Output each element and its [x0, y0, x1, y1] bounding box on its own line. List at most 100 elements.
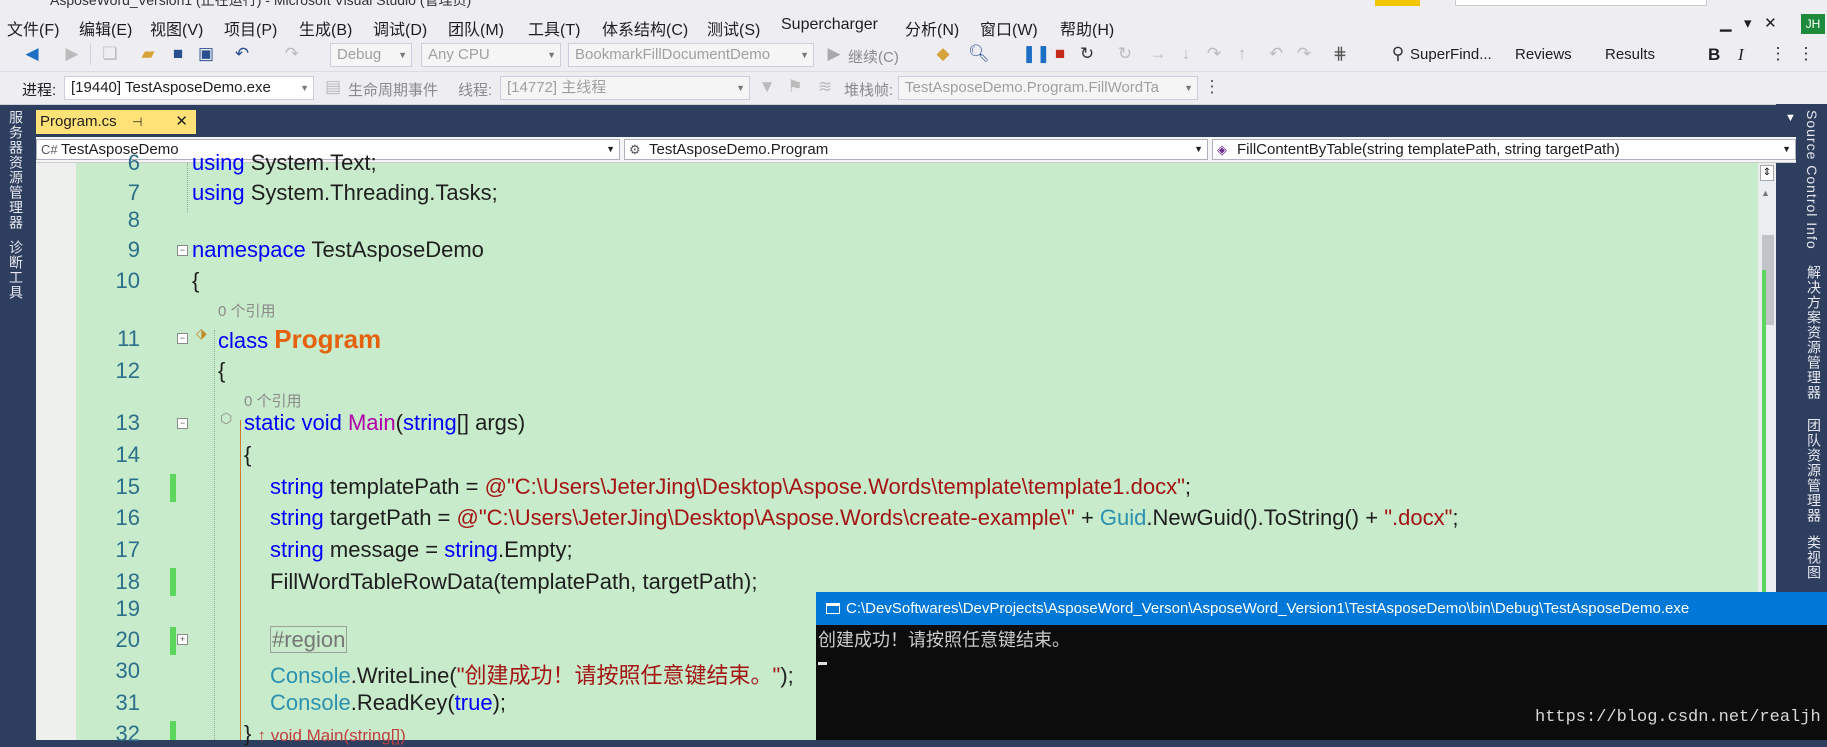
back-step-icon[interactable]: ↶ — [1266, 44, 1286, 64]
thread-dropdown[interactable]: [14772] 主线程 ▼ — [500, 76, 750, 100]
menu-window[interactable]: 窗口(W) — [980, 16, 1038, 40]
overflow-icon[interactable]: ⋮ — [1796, 44, 1816, 64]
tab-program-cs[interactable]: Program.cs ⊣ ✕ — [36, 110, 196, 134]
line-number: 18 — [115, 569, 140, 594]
menu-view[interactable]: 视图(V) — [150, 16, 203, 40]
console-window-titlebar[interactable]: C:\DevSoftwares\DevProjects\AsposeWord_V… — [816, 592, 1827, 625]
menu-team[interactable]: 团队(M) — [448, 16, 504, 40]
change-marker — [170, 568, 176, 596]
solution-explorer-tab[interactable]: 解决方案资源管理器 — [1804, 265, 1824, 400]
save-all-icon[interactable]: ▣ — [196, 44, 216, 64]
code-line-13: static void Main(string[] args) — [244, 410, 525, 436]
menu-debug[interactable]: 调试(D) — [373, 16, 427, 40]
platform-value: Any CPU — [428, 46, 490, 63]
show-next-icon[interactable]: ↑ — [1232, 44, 1252, 64]
back-icon[interactable]: ◀ — [22, 44, 42, 64]
reviews-dropdown[interactable]: Reviews — [1515, 46, 1572, 63]
menu-file[interactable]: 文件(F) — [7, 16, 59, 40]
forward-icon[interactable]: ▶ — [62, 44, 82, 64]
redo-icon[interactable]: ↷ — [282, 44, 302, 64]
change-marker — [170, 721, 176, 740]
filter-icon[interactable]: ▼ — [757, 77, 777, 97]
new-item-icon[interactable]: ❏ — [100, 44, 120, 64]
toolbar-overflow-icon[interactable]: ⋮ — [1202, 77, 1222, 97]
menu-help[interactable]: 帮助(H) — [1060, 16, 1114, 40]
threads-icon[interactable]: ≋ — [815, 77, 835, 97]
lifecycle-icon: ▤ — [324, 77, 342, 96]
code-line-18: FillWordTableRowData(templatePath, targe… — [270, 569, 758, 594]
align-icon[interactable]: ⋮ — [1768, 44, 1788, 64]
open-folder-icon[interactable]: ▰ — [138, 44, 158, 64]
menu-tools[interactable]: 工具(T) — [528, 16, 580, 40]
team-explorer-tab[interactable]: 团队资源管理器 — [1804, 418, 1824, 523]
avatar[interactable]: JH — [1801, 14, 1825, 34]
source-control-info-tab[interactable]: Source Control Info — [1804, 110, 1820, 250]
scope-hint: ↑ void Main(string[]) — [257, 726, 406, 745]
lifecycle-events-button[interactable]: 生命周期事件 — [348, 79, 438, 100]
class-name: Program — [274, 324, 382, 354]
expand-toggle-icon[interactable]: + — [177, 634, 188, 645]
menu-supercharger[interactable]: Supercharger — [781, 16, 878, 34]
process-dropdown[interactable]: [19440] TestAsposeDemo.exe ▼ — [64, 76, 314, 100]
collapsed-region[interactable]: #region — [270, 626, 348, 653]
code-text: ); — [492, 690, 507, 715]
breakpoints-icon[interactable]: ⋕ — [1330, 44, 1350, 64]
chevron-down-icon: ▼ — [300, 83, 309, 93]
scroll-up-icon[interactable]: ▲ — [1761, 188, 1770, 198]
collapse-toggle-icon[interactable]: − — [177, 333, 188, 344]
member-dropdown[interactable]: ◈ FillContentByTable(string templatePath,… — [1212, 139, 1796, 160]
step-into-icon[interactable]: ↓ — [1176, 44, 1196, 64]
code-line-20[interactable]: #region — [270, 626, 348, 653]
codelens-references[interactable]: 0 个引用 — [218, 300, 276, 321]
undo-icon[interactable]: ↶ — [232, 44, 252, 64]
pause-icon[interactable]: ❚❚ — [1022, 44, 1051, 64]
bold-button[interactable]: B — [1708, 45, 1720, 65]
code-line-17: string message = string.Empty; — [270, 537, 573, 563]
platform-dropdown[interactable]: Any CPU ▼ — [421, 43, 561, 67]
menu-architecture[interactable]: 体系结构(C) — [602, 16, 688, 40]
forward-step-icon[interactable]: ↷ — [1294, 44, 1314, 64]
menu-test[interactable]: 测试(S) — [707, 16, 760, 40]
solution-config-dropdown[interactable]: Debug ▼ — [330, 43, 412, 67]
play-icon[interactable]: ▶ — [824, 44, 844, 64]
find-icon[interactable]: 🔍︎ — [968, 44, 990, 64]
save-icon[interactable]: ■ — [168, 44, 188, 64]
menu-analyze[interactable]: 分析(N) — [905, 16, 959, 40]
menu-build[interactable]: 生成(B) — [299, 16, 352, 40]
pin-icon[interactable]: ⊣ — [132, 110, 142, 134]
collapse-toggle-icon[interactable]: − — [177, 245, 188, 256]
stop-icon[interactable]: ■ — [1050, 44, 1070, 64]
menu-project[interactable]: 项目(P) — [224, 16, 277, 40]
restart-icon[interactable]: ↻ — [1077, 44, 1097, 64]
collapse-toggle-icon[interactable]: − — [177, 418, 188, 429]
startup-project-dropdown[interactable]: BookmarkFillDocumentDemo ▼ — [568, 43, 814, 67]
superfind-button[interactable]: SuperFind... — [1410, 46, 1492, 63]
code-line-9: namespace TestAsposeDemo — [192, 237, 484, 263]
italic-button[interactable]: I — [1738, 45, 1744, 65]
step-over-icon[interactable]: → — [1148, 44, 1168, 64]
notification-flag[interactable] — [1375, 0, 1420, 6]
stackframe-dropdown[interactable]: TestAsposeDemo.Program.FillWordTa ▼ — [898, 76, 1198, 100]
tab-list-chevron-icon[interactable]: ▼ — [1785, 112, 1796, 124]
code-text: .NewGuid().ToString() + — [1146, 505, 1385, 530]
close-icon[interactable]: ✕ — [175, 110, 188, 134]
window-controls[interactable]: ▁ ▾ ✕ — [1720, 14, 1777, 32]
window-title: AsposeWord_Version1 (正在运行) - Microsoft V… — [50, 0, 472, 8]
flag-icon[interactable]: ⚑ — [785, 77, 805, 97]
split-window-icon[interactable]: ⇕ — [1760, 165, 1774, 181]
separator — [90, 43, 91, 65]
codelens-references[interactable]: 0 个引用 — [244, 390, 302, 411]
keyword: string — [270, 474, 324, 499]
class-view-tab[interactable]: 类视图 — [1804, 535, 1824, 580]
continue-button[interactable]: 继续(C) — [848, 46, 899, 67]
results-dropdown[interactable]: Results — [1605, 46, 1655, 63]
hot-reload-icon[interactable]: ↻ — [1115, 44, 1135, 64]
quick-launch-box[interactable] — [1455, 0, 1707, 6]
process-label: 进程: — [22, 82, 57, 99]
superfind-icon[interactable]: ⚲ — [1388, 44, 1408, 64]
class-dropdown[interactable]: ⚙ TestAsposeDemo.Program ▼ — [624, 139, 1208, 160]
stackframe-value: TestAsposeDemo.Program.FillWordTa — [905, 79, 1159, 96]
menu-edit[interactable]: 编辑(E) — [79, 16, 132, 40]
attach-icon[interactable]: ◆ — [933, 44, 953, 64]
step-out-icon[interactable]: ↷ — [1204, 44, 1224, 64]
